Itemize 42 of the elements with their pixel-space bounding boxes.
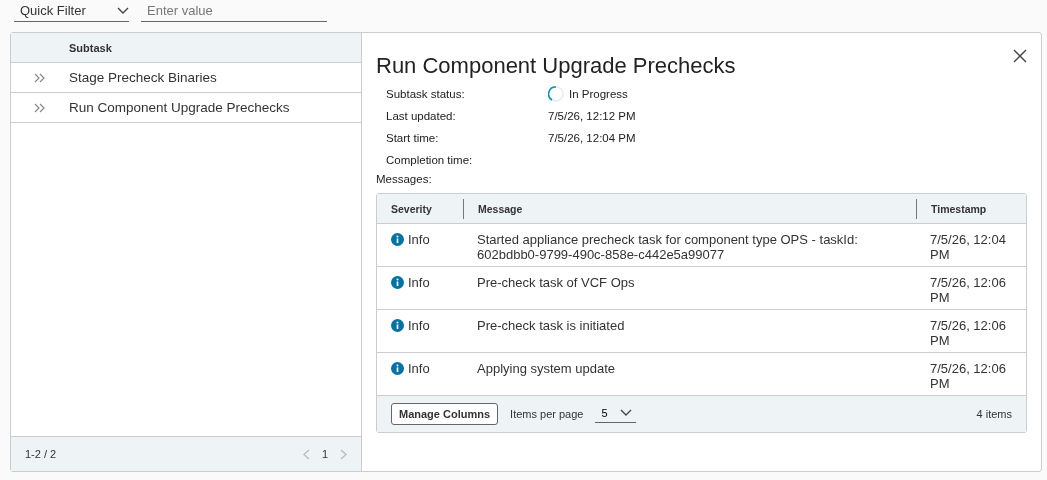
info-icon [391,319,404,332]
column-header: Message [463,198,916,219]
field-value: 7/5/26, 12:04 PM [548,132,637,144]
status-value: In Progress [569,88,628,100]
timestamp-text: 7/5/26, 12:06 PM [929,275,1007,307]
message-text: Pre-check task of VCF Ops [476,275,636,292]
filter-value-field[interactable]: Enter value [141,3,327,22]
chevron-down-icon [117,6,129,15]
chevron-down-icon [619,409,632,417]
messages-label: Messages: [376,173,433,185]
field-value: 7/5/26, 12:12 PM [548,110,637,122]
items-per-page-label: Items per page [510,408,584,420]
field-label: Start time: [386,132,440,144]
spinner-icon [548,86,564,102]
page-number: 1 [321,448,328,460]
field-label: Last updated: [386,110,457,122]
column-header: Severity [390,201,433,217]
subtask-name[interactable]: Stage Precheck Binaries [69,70,217,85]
severity-text: Info [408,361,430,376]
timestamp-text: 7/5/26, 12:06 PM [929,318,1007,350]
column-header: Timestamp [916,198,1026,219]
pagination-range: 1-2 / 2 [25,448,57,460]
severity-text: Info [408,275,430,290]
field-label: Subtask status: [386,88,466,100]
timestamp-text: 7/5/26, 12:04 PM [929,232,1007,264]
message-text: Applying system update [476,361,617,378]
detail-title: Run Component Upgrade Prechecks [376,53,736,79]
item-count: 4 items [976,408,1012,420]
message-text: Started appliance precheck task for component type OPS - taskId: 602bdbb0-9799-490c-858e-c442e5a99077 [476,232,859,264]
severity-text: Info [408,318,430,333]
field-label: Completion time: [386,154,474,166]
items-per-page-dropdown[interactable]: 5 [595,405,636,423]
severity-text: Info [408,232,430,247]
manage-columns-button[interactable]: Manage Columns [391,403,499,425]
message-text: Pre-check task is initiated [476,318,626,335]
quick-filter-dropdown[interactable]: Quick Filter [14,3,129,22]
timestamp-text: 7/5/26, 12:06 PM [929,361,1007,393]
column-header: Subtask [69,41,112,54]
info-icon [391,362,404,375]
info-icon [391,276,404,289]
subtask-name[interactable]: Run Component Upgrade Prechecks [69,100,290,115]
info-icon [391,233,404,246]
